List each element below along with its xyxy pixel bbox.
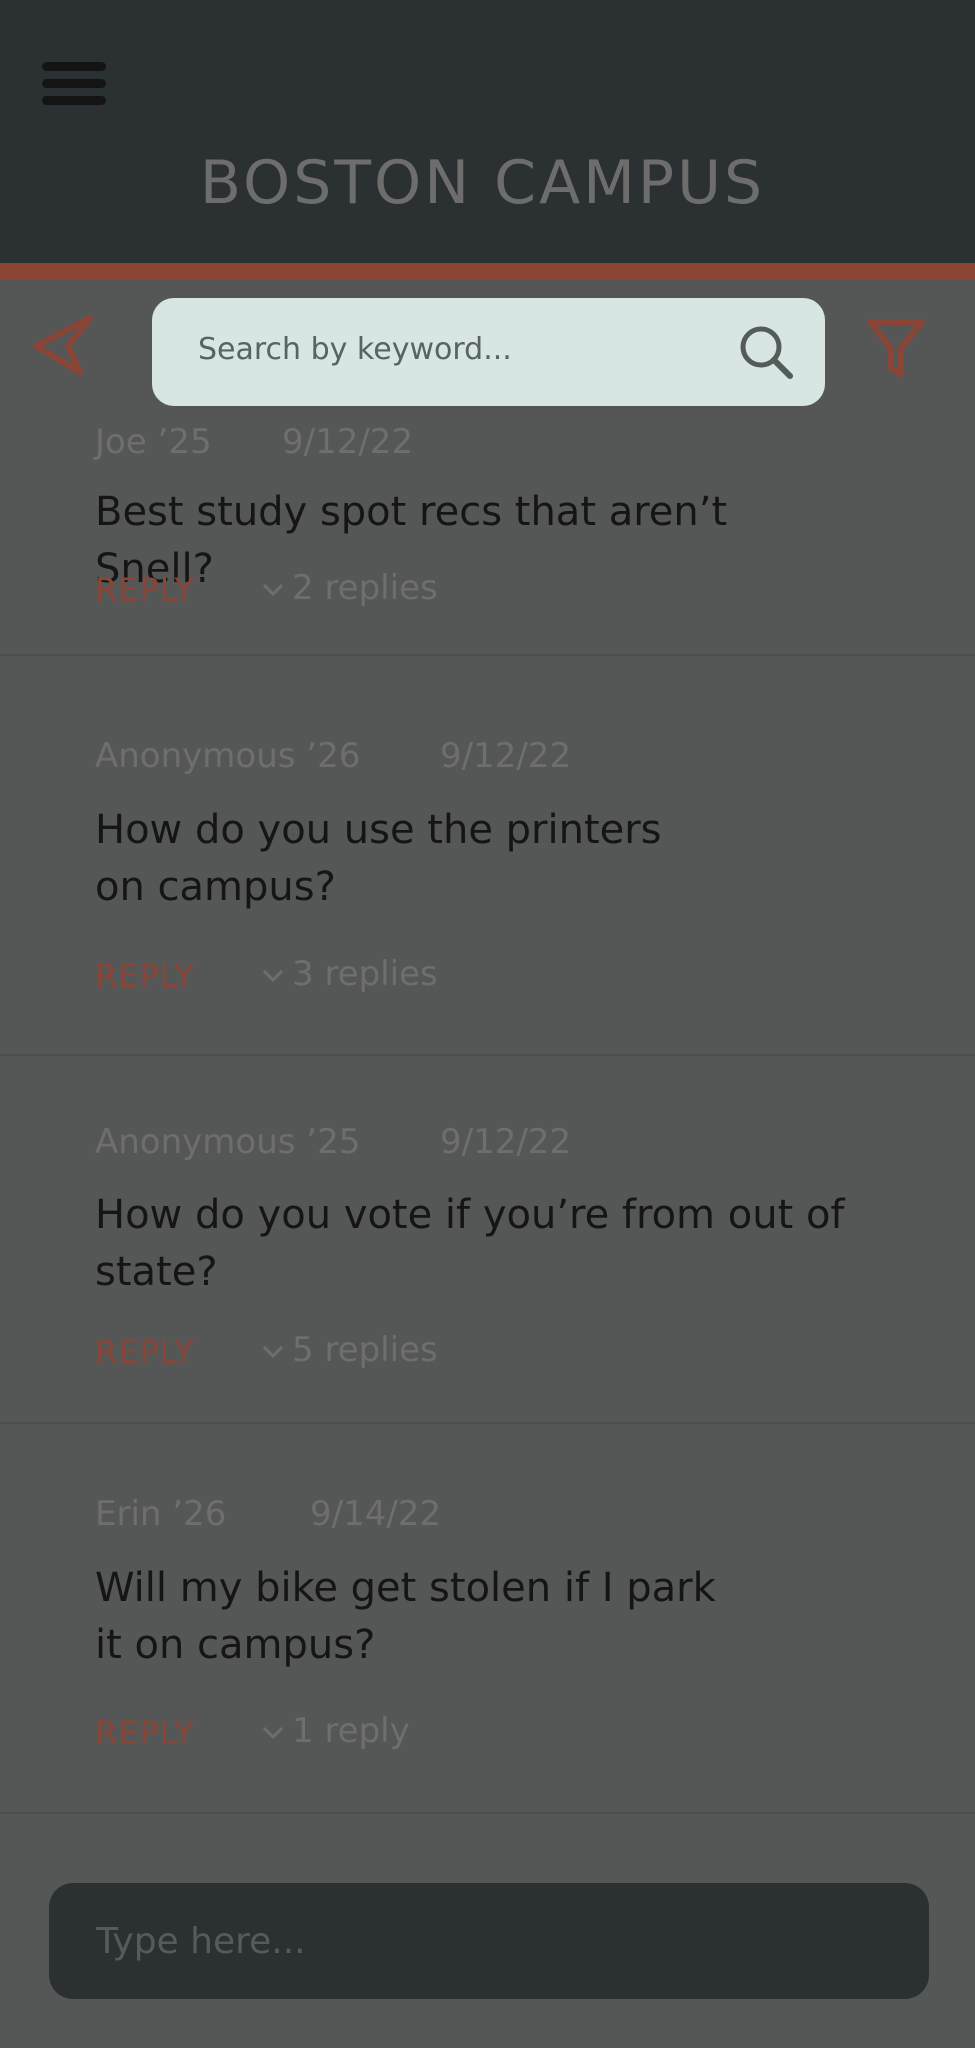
- post-question: How do you use the printers on campus?: [95, 807, 662, 910]
- post-date: 9/12/22: [440, 736, 572, 776]
- post-meta: Anonymous ’25 9/12/22: [95, 1122, 571, 1162]
- reply-button[interactable]: REPLY: [95, 571, 195, 609]
- hamburger-menu-icon[interactable]: [42, 62, 106, 106]
- post-date: 9/12/22: [440, 1122, 572, 1162]
- page-title: BOSTON CAMPUS: [199, 148, 766, 218]
- app-header: BOSTON CAMPUS: [0, 0, 975, 263]
- post-question: Will my bike get stolen if I park it on …: [95, 1565, 716, 1668]
- post-meta: Anonymous ’26 9/12/22: [95, 736, 571, 776]
- reply-button[interactable]: REPLY: [95, 957, 195, 995]
- message-composer[interactable]: Type here...: [49, 1883, 929, 1999]
- show-replies-toggle[interactable]: 5 replies: [260, 1330, 438, 1370]
- show-replies-toggle[interactable]: 2 replies: [260, 568, 438, 608]
- reply-button[interactable]: REPLY: [95, 1714, 195, 1752]
- chevron-down-icon: [262, 1726, 284, 1739]
- post-meta: Joe ’25 9/12/22: [95, 422, 413, 462]
- post-question: How do you vote if you’re from out of st…: [95, 1192, 845, 1295]
- list-item[interactable]: Anonymous ’25 9/12/22 How do you vote if…: [0, 1054, 975, 1424]
- chevron-down-icon: [262, 969, 284, 982]
- post-author: Erin ’26: [95, 1494, 227, 1534]
- replies-count: 1 reply: [292, 1711, 410, 1751]
- send-arrow-icon[interactable]: [30, 312, 96, 378]
- post-date: 9/12/22: [282, 422, 414, 462]
- post-question: Best study spot recs that aren’t Snell?: [95, 489, 728, 592]
- replies-count: 5 replies: [292, 1330, 438, 1370]
- list-item[interactable]: Erin ’26 9/14/22 Will my bike get stolen…: [0, 1422, 975, 1814]
- post-author: Anonymous ’25: [95, 1122, 361, 1162]
- reply-button[interactable]: REPLY: [95, 1333, 195, 1371]
- chevron-down-icon: [262, 1345, 284, 1358]
- list-item[interactable]: Joe ’25 9/12/22 Best study spot recs tha…: [0, 420, 975, 656]
- show-replies-toggle[interactable]: 3 replies: [260, 954, 438, 994]
- chevron-down-icon: [262, 583, 284, 596]
- show-replies-toggle[interactable]: 1 reply: [260, 1711, 410, 1751]
- replies-count: 2 replies: [292, 568, 438, 608]
- list-item[interactable]: Anonymous ’26 9/12/22 How do you use the…: [0, 654, 975, 1056]
- filter-funnel-icon[interactable]: [866, 318, 926, 378]
- replies-count: 3 replies: [292, 954, 438, 994]
- search-input[interactable]: Search by keyword...: [198, 332, 512, 367]
- post-meta: Erin ’26 9/14/22: [95, 1494, 441, 1534]
- magnifier-icon[interactable]: [736, 322, 796, 382]
- message-input[interactable]: Type here...: [96, 1921, 306, 1962]
- search-bar[interactable]: Search by keyword...: [152, 298, 825, 406]
- post-author: Anonymous ’26: [95, 736, 361, 776]
- post-date: 9/14/22: [310, 1494, 442, 1534]
- post-author: Joe ’25: [95, 422, 212, 462]
- header-accent-bar: [0, 263, 975, 280]
